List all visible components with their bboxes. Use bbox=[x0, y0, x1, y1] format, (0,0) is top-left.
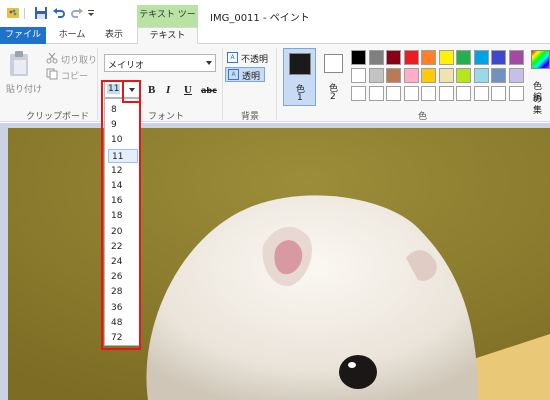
highlight-box bbox=[101, 80, 141, 350]
palette-swatch[interactable] bbox=[386, 68, 401, 83]
cut-icon[interactable] bbox=[46, 52, 58, 64]
transparent-label: 透明 bbox=[242, 72, 261, 82]
color1-button[interactable]: 色 1 bbox=[283, 48, 316, 106]
palette-swatch[interactable] bbox=[456, 86, 471, 101]
chevron-down-icon bbox=[206, 61, 212, 65]
color1-swatch bbox=[289, 53, 311, 75]
canvas-image[interactable] bbox=[8, 128, 550, 400]
palette-swatch[interactable] bbox=[403, 50, 419, 65]
cut-button[interactable]: 切り取り bbox=[61, 53, 97, 66]
palette-swatch[interactable] bbox=[438, 86, 454, 101]
separator bbox=[97, 48, 98, 120]
app-icon[interactable] bbox=[6, 6, 20, 20]
palette-swatch[interactable] bbox=[473, 50, 489, 65]
palette-swatch[interactable] bbox=[403, 68, 419, 83]
separator bbox=[276, 48, 277, 120]
palette-swatch[interactable] bbox=[421, 50, 436, 65]
edit-colors-icon[interactable] bbox=[531, 50, 550, 69]
palette-swatch[interactable] bbox=[403, 86, 419, 101]
palette-swatch[interactable] bbox=[508, 86, 524, 101]
color-palette bbox=[351, 50, 527, 106]
highlight-box-arrow bbox=[122, 80, 141, 103]
bold-button[interactable]: B bbox=[148, 84, 155, 96]
customize-quick-access-icon[interactable] bbox=[86, 6, 100, 20]
underline-button[interactable]: U bbox=[184, 84, 192, 96]
paste-button[interactable]: 貼り付け bbox=[6, 82, 42, 95]
palette-swatch[interactable] bbox=[491, 68, 506, 83]
palette-swatch[interactable] bbox=[421, 68, 436, 83]
ribbon: 貼り付け 切り取り コピー クリップボード メイリオ 11 B I U abc … bbox=[0, 44, 550, 122]
color2-button[interactable]: 色 2 bbox=[321, 48, 347, 106]
palette-swatch[interactable] bbox=[473, 86, 489, 101]
font-name-select[interactable]: メイリオ bbox=[104, 54, 216, 72]
tab-text[interactable]: テキスト bbox=[137, 27, 198, 45]
separator bbox=[24, 8, 25, 19]
italic-button[interactable]: I bbox=[166, 84, 170, 96]
strikethrough-button[interactable]: abc bbox=[201, 86, 217, 95]
transparent-button[interactable]: A 透明 bbox=[225, 67, 265, 82]
paste-icon[interactable] bbox=[8, 50, 32, 80]
redo-icon[interactable] bbox=[70, 6, 84, 20]
background-group-label: 背景 bbox=[241, 112, 260, 122]
font-name-value: メイリオ bbox=[108, 61, 145, 71]
save-icon[interactable] bbox=[34, 6, 48, 20]
palette-swatch[interactable] bbox=[386, 86, 401, 101]
opaque-button[interactable]: 不透明 bbox=[241, 52, 268, 65]
transparent-icon: A bbox=[228, 69, 239, 80]
palette-swatch[interactable] bbox=[438, 68, 454, 83]
palette-swatch[interactable] bbox=[508, 50, 524, 65]
copy-icon[interactable] bbox=[46, 68, 58, 80]
palette-swatch[interactable] bbox=[421, 86, 436, 101]
opaque-icon[interactable]: A bbox=[227, 52, 238, 63]
palette-swatch[interactable] bbox=[438, 50, 454, 65]
tab-file[interactable]: ファイル bbox=[0, 27, 46, 44]
palette-swatch[interactable] bbox=[368, 50, 384, 65]
palette-swatch[interactable] bbox=[473, 68, 489, 83]
colors-group-label: 色 bbox=[418, 112, 428, 122]
palette-swatch[interactable] bbox=[386, 50, 401, 65]
clipboard-group-label: クリップボード bbox=[26, 112, 90, 122]
palette-swatch[interactable] bbox=[456, 50, 471, 65]
copy-button[interactable]: コピー bbox=[61, 69, 88, 82]
palette-swatch[interactable] bbox=[491, 50, 506, 65]
context-tab-text-tools: テキスト ツール bbox=[137, 5, 198, 40]
title-bar: テキスト ツール IMG_0011 - ペイント bbox=[0, 0, 550, 40]
tab-view[interactable]: 表示 bbox=[94, 27, 134, 44]
palette-swatch[interactable] bbox=[351, 86, 366, 101]
color2-number: 2 bbox=[330, 92, 336, 102]
separator bbox=[222, 48, 223, 120]
edit-colors-label2[interactable]: 編集 bbox=[533, 90, 550, 116]
window-title: IMG_0011 - ペイント bbox=[210, 13, 310, 24]
color1-number: 1 bbox=[297, 93, 303, 103]
ribbon-tabs: ファイル ホーム 表示 テキスト bbox=[0, 27, 550, 45]
palette-swatch[interactable] bbox=[368, 68, 384, 83]
palette-swatch[interactable] bbox=[491, 86, 506, 101]
palette-swatch[interactable] bbox=[368, 86, 384, 101]
palette-swatch[interactable] bbox=[351, 50, 366, 65]
undo-icon[interactable] bbox=[52, 6, 66, 20]
palette-swatch[interactable] bbox=[351, 68, 366, 83]
palette-swatch[interactable] bbox=[456, 68, 471, 83]
palette-swatch[interactable] bbox=[508, 68, 524, 83]
color2-swatch bbox=[324, 54, 343, 73]
tab-home[interactable]: ホーム bbox=[52, 27, 92, 44]
font-group-label: フォント bbox=[148, 112, 185, 122]
